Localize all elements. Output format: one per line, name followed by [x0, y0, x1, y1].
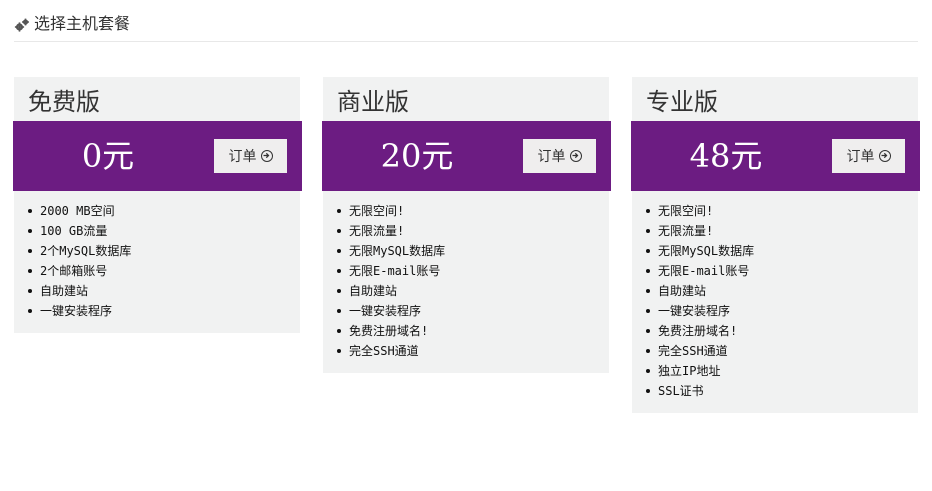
list-item: 无限E-mail账号	[335, 261, 609, 281]
list-item: 无限E-mail账号	[644, 261, 918, 281]
plan-card-free: 免费版 0元 订单 2000 MB空间 100 GB流量 2个MySQL数据库 …	[13, 77, 302, 333]
list-item: 2个MySQL数据库	[26, 241, 300, 261]
list-item: 无限MySQL数据库	[335, 241, 609, 261]
list-item: 100 GB流量	[26, 221, 300, 241]
plan-name: 免费版	[28, 88, 100, 116]
feature-list: 无限空间! 无限流量! 无限MySQL数据库 无限E-mail账号 自助建站 一…	[632, 191, 918, 413]
list-item: 独立IP地址	[644, 361, 918, 381]
plan-card-pro: 专业版 48元 订单 无限空间! 无限流量! 无限MySQL数据库 无限E-ma…	[631, 77, 920, 413]
list-item: 免费注册域名!	[644, 321, 918, 341]
list-item: 完全SSH通道	[335, 341, 609, 361]
plan-price-bar: 20元 订单	[322, 121, 611, 191]
feature-list: 2000 MB空间 100 GB流量 2个MySQL数据库 2个邮箱账号 自助建…	[14, 191, 300, 333]
list-item: 2000 MB空间	[26, 201, 300, 221]
order-button-label: 订单	[846, 149, 875, 165]
plan-card-business: 商业版 20元 订单 无限空间! 无限流量! 无限MySQL数据库 无限E-ma…	[322, 77, 611, 373]
order-button[interactable]: 订单	[523, 139, 596, 173]
plan-name: 专业版	[646, 88, 718, 116]
list-item: 免费注册域名!	[335, 321, 609, 341]
list-item: 2个邮箱账号	[26, 261, 300, 281]
list-item: 一键安装程序	[335, 301, 609, 321]
order-button[interactable]: 订单	[832, 139, 905, 173]
order-button-label: 订单	[537, 149, 566, 165]
list-item: 无限流量!	[644, 221, 918, 241]
arrow-right-circle-icon	[260, 150, 273, 162]
plan-price-bar: 48元 订单	[631, 121, 920, 191]
order-button-label: 订单	[228, 149, 257, 165]
plan-price: 20元	[380, 137, 454, 175]
list-item: 自助建站	[644, 281, 918, 301]
arrow-right-circle-icon	[878, 150, 891, 162]
arrow-right-circle-icon	[569, 150, 582, 162]
list-item: 完全SSH通道	[644, 341, 918, 361]
plan-price: 48元	[689, 137, 763, 175]
plan-price: 0元	[81, 137, 135, 175]
list-item: 一键安装程序	[644, 301, 918, 321]
list-item: 自助建站	[26, 281, 300, 301]
list-item: 自助建站	[335, 281, 609, 301]
feature-list: 无限空间! 无限流量! 无限MySQL数据库 无限E-mail账号 自助建站 一…	[323, 191, 609, 373]
order-button[interactable]: 订单	[214, 139, 287, 173]
list-item: 一键安装程序	[26, 301, 300, 321]
list-item: 无限空间!	[335, 201, 609, 221]
list-item: 无限流量!	[335, 221, 609, 241]
plan-price-bar: 0元 订单	[13, 121, 302, 191]
page-title: 选择主机套餐	[34, 14, 131, 33]
list-item: SSL证书	[644, 381, 918, 401]
section-header: 选择主机套餐	[14, 12, 918, 42]
list-item: 无限MySQL数据库	[644, 241, 918, 261]
gears-icon	[14, 17, 30, 33]
plan-name: 商业版	[337, 88, 409, 116]
list-item: 无限空间!	[644, 201, 918, 221]
page: 选择主机套餐 免费版 0元 订单 2000 MB空间 100 GB流量 2个My…	[0, 0, 932, 491]
